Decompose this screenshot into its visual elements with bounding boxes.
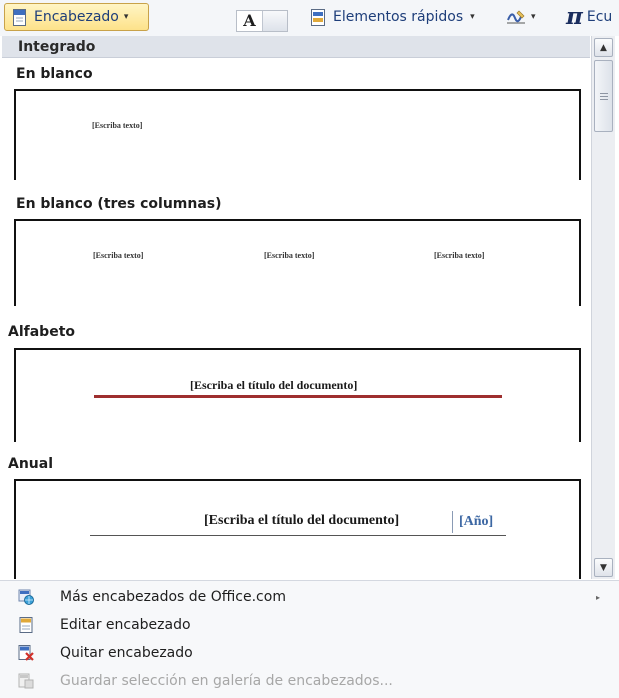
- text-placeholder: [Escriba texto]: [434, 251, 485, 260]
- equation-button[interactable]: π Ecu: [566, 3, 612, 31]
- menu-item-remove-header[interactable]: Quitar encabezado: [0, 639, 619, 667]
- year-separator: [452, 511, 453, 533]
- scroll-thumb[interactable]: [594, 60, 613, 132]
- ribbon-strip: Encabezado ▾ A Elementos rápidos ▾ ▾ π E…: [0, 0, 619, 36]
- gallery-item-label: Alfabeto: [8, 324, 75, 340]
- quick-parts-button[interactable]: Elementos rápidos ▾: [311, 5, 475, 29]
- gallery-item-label: Anual: [8, 456, 54, 472]
- arrow-down-icon: ▼: [600, 562, 607, 573]
- office-online-icon: [18, 589, 34, 605]
- grip-line: [600, 93, 608, 94]
- remove-header-icon: [18, 645, 34, 661]
- text-placeholder: [Escriba texto]: [93, 251, 144, 260]
- gallery-item-en-blanco[interactable]: [Escriba texto]: [14, 89, 581, 180]
- document-title-placeholder: [Escriba el título del documento]: [204, 513, 400, 528]
- gallery-section-title: Integrado: [2, 36, 590, 58]
- header-gallery: Integrado En blanco [Escriba texto] En b…: [2, 36, 590, 579]
- chevron-down-icon: ▾: [123, 12, 129, 22]
- menu-item-label: Editar encabezado: [60, 617, 191, 633]
- save-to-gallery-icon: [18, 673, 34, 689]
- textbox-letter: A: [237, 11, 263, 31]
- equation-label: Ecu: [586, 9, 613, 25]
- quick-parts-icon: [311, 8, 325, 26]
- quick-parts-label: Elementos rápidos: [333, 9, 464, 25]
- document-title-placeholder: [Escriba el título del documento]: [190, 378, 358, 392]
- menu-item-more-headers-office[interactable]: Más encabezados de Office.com ▸: [0, 583, 619, 611]
- chevron-down-icon: ▾: [531, 12, 536, 22]
- arrow-up-icon: ▲: [600, 42, 607, 53]
- pi-icon: π: [566, 3, 583, 30]
- title-rule: [94, 395, 502, 398]
- gallery-item-alfabeto[interactable]: [Escriba el título del documento]: [14, 348, 581, 442]
- text-placeholder: [Escriba texto]: [264, 251, 315, 260]
- signature-line-button[interactable]: ▾: [505, 6, 543, 28]
- menu-item-label: Más encabezados de Office.com: [60, 589, 286, 605]
- text-placeholder: [Escriba texto]: [92, 121, 143, 130]
- gallery-item-label: En blanco (tres columnas): [16, 196, 222, 212]
- grip-line: [600, 99, 608, 100]
- menu-item-edit-header[interactable]: Editar encabezado: [0, 611, 619, 639]
- textbox-button[interactable]: A: [236, 10, 288, 32]
- edit-header-icon: [19, 617, 33, 633]
- header-menu: Más encabezados de Office.com ▸ Editar e…: [0, 580, 619, 698]
- header-button[interactable]: Encabezado ▾: [4, 3, 149, 31]
- year-placeholder: [Año]: [459, 514, 494, 529]
- menu-item-save-selection: Guardar selección en galería de encabeza…: [0, 667, 619, 695]
- gallery-item-label: En blanco: [16, 66, 93, 82]
- scroll-down-button[interactable]: ▼: [594, 558, 613, 577]
- header-button-label: Encabezado: [34, 9, 119, 25]
- gallery-item-en-blanco-tres-columnas[interactable]: [Escriba texto] [Escriba texto] [Escriba…: [14, 219, 581, 306]
- signature-line-icon: [507, 10, 525, 24]
- chevron-down-icon: ▾: [470, 12, 475, 22]
- submenu-arrow-icon: ▸: [596, 592, 601, 602]
- scroll-up-button[interactable]: ▲: [594, 38, 613, 57]
- gallery-scrollbar[interactable]: ▲ ▼: [591, 36, 615, 579]
- menu-item-label: Quitar encabezado: [60, 645, 193, 661]
- title-rule: [90, 535, 506, 536]
- textbox-icon: [263, 11, 287, 31]
- header-page-icon: [13, 8, 26, 26]
- menu-item-label: Guardar selección en galería de encabeza…: [60, 673, 393, 689]
- gallery-item-anual[interactable]: [Escriba el título del documento] [Año]: [14, 479, 581, 579]
- grip-line: [600, 96, 608, 97]
